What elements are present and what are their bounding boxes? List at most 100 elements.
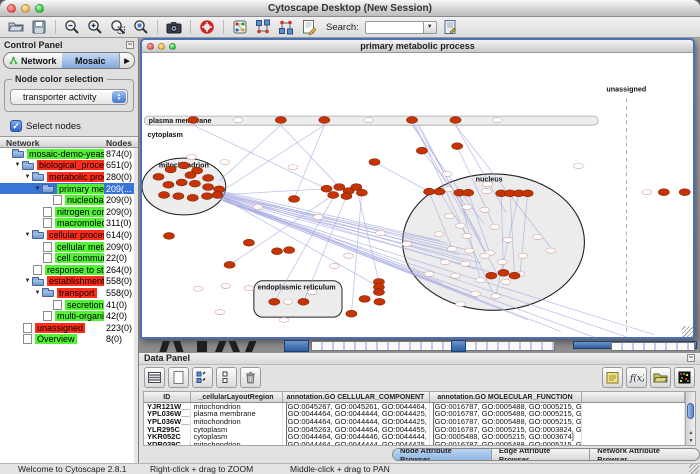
network-node[interactable] <box>334 184 345 191</box>
network-node[interactable] <box>341 193 352 200</box>
network-node[interactable] <box>275 117 286 124</box>
network-node[interactable] <box>203 184 214 191</box>
unselect-attributes-icon[interactable] <box>216 367 237 388</box>
heatmap-icon[interactable] <box>674 367 695 388</box>
tree-item[interactable]: nitrogen compo209(0) <box>0 206 134 218</box>
tree-item[interactable]: ▼cellular process614(0) <box>0 229 134 241</box>
network-node[interactable] <box>185 172 196 179</box>
network-node[interactable] <box>452 143 463 150</box>
network-node[interactable] <box>289 196 300 203</box>
table-cell[interactable]: YLR295C <box>144 426 190 434</box>
table-cell[interactable]: [GO:0044464, GO:0044446, GO:0044444, G..… <box>282 433 429 441</box>
select-nodes-checkbox[interactable]: ✓ <box>10 120 22 132</box>
float-data-panel-icon[interactable] <box>687 354 695 362</box>
table-row[interactable]: YDR039C__1mitochondrion[GO:0044464, GO:0… <box>144 441 685 447</box>
network-node[interactable] <box>163 232 174 239</box>
network-node[interactable] <box>346 310 357 317</box>
network-node[interactable] <box>298 298 309 305</box>
table-cell[interactable]: YJR121W__1 <box>144 402 190 410</box>
scroll-up-icon[interactable]: ▲ <box>686 429 696 437</box>
network-node[interactable] <box>498 269 509 276</box>
open-session-icon[interactable] <box>6 18 26 37</box>
network-canvas[interactable]: plasma membrane cytoplasm mitochondrion … <box>142 53 693 337</box>
network-node[interactable] <box>269 298 280 305</box>
tree-item[interactable]: nucleobase-209(0) <box>0 194 134 206</box>
table-cell[interactable]: cytoplasm <box>190 433 282 441</box>
network-node[interactable] <box>165 166 176 173</box>
tree-item[interactable]: mosaic-demo-yeast874(0) <box>0 148 134 160</box>
table-cell[interactable]: [GO:0044464, GO:0044444, GO:0044425, G..… <box>282 441 429 447</box>
snapshot-icon[interactable] <box>164 18 184 37</box>
network-node[interactable] <box>416 147 427 154</box>
zoom-fit-icon[interactable] <box>131 18 151 37</box>
attribute-matrix-icon[interactable] <box>144 367 165 388</box>
network-node[interactable] <box>189 180 200 187</box>
tree-item[interactable]: ▼primary metabo209(... <box>0 183 134 195</box>
table-row[interactable]: YPL036W__2plasma membrane[GO:0044464, GO… <box>144 410 685 418</box>
network-node[interactable] <box>463 189 474 196</box>
network-node[interactable] <box>153 173 164 180</box>
table-cell[interactable]: [GO:0016787, GO:0005488, GO:0005215, G..… <box>429 418 581 426</box>
network-node[interactable] <box>284 247 295 254</box>
table-cell[interactable]: YKR052C <box>144 433 190 441</box>
table-cell[interactable]: mitochondrion <box>190 441 282 447</box>
table-row[interactable]: YJR121W__1mitochondrion[GO:0045267, GO:0… <box>144 402 685 410</box>
table-cell[interactable]: [GO:0016787, GO:0005488, GO:0005215, G..… <box>429 410 581 418</box>
tab-network[interactable]: Network <box>4 53 62 68</box>
background-window[interactable] <box>611 342 695 351</box>
scroll-down-icon[interactable]: ▼ <box>686 437 696 445</box>
tree-item[interactable]: Overview8(0) <box>0 334 134 346</box>
select-attributes-icon[interactable] <box>192 367 213 388</box>
table-cell[interactable]: YPL036W__2 <box>144 410 190 418</box>
network-node[interactable] <box>173 193 184 200</box>
column-header[interactable]: annotation.GO CELLULAR_COMPONENT <box>282 392 429 402</box>
network-node[interactable] <box>203 175 214 182</box>
table-cell[interactable]: [GO:0045263, GO:0044464, GO:0044455, G..… <box>282 426 429 434</box>
tree-item[interactable]: cellular metabo209(0) <box>0 241 134 253</box>
expand-arrow-icon[interactable]: ▼ <box>23 278 32 284</box>
tree-item[interactable]: ▼establishment of lo558(0) <box>0 276 134 288</box>
background-window[interactable] <box>284 340 309 352</box>
column-header[interactable]: ID <box>144 392 190 402</box>
zoom-selected-icon[interactable] <box>108 18 128 37</box>
network-node[interactable] <box>163 181 174 188</box>
scrollbar-thumb[interactable] <box>687 403 694 419</box>
tree-item[interactable]: macromolecule311(0) <box>0 218 134 230</box>
frame-resize-grip[interactable] <box>682 326 693 337</box>
table-cell[interactable]: [GO:0016787, GO:0005488, GO:0005215, G..… <box>429 402 581 410</box>
browser-tab[interactable]: Node Attribute Browser <box>393 449 492 460</box>
network-node[interactable] <box>159 192 170 199</box>
network-node[interactable] <box>522 190 533 197</box>
column-header[interactable]: _cellularLayoutRegion <box>190 392 282 402</box>
network-node[interactable] <box>373 289 384 296</box>
tree-item[interactable]: ▼transport558(0) <box>0 287 134 299</box>
table-row[interactable]: YKR052Ccytoplasm[GO:0044464, GO:0044446,… <box>144 433 685 441</box>
tree-item[interactable]: ▼metabolic process280(0) <box>0 171 134 183</box>
network-node[interactable] <box>321 185 332 192</box>
annotations-icon[interactable] <box>299 18 319 37</box>
float-panel-icon[interactable] <box>126 41 134 49</box>
network-node[interactable] <box>406 117 417 124</box>
network-node[interactable] <box>176 179 187 186</box>
save-session-icon[interactable] <box>29 18 49 37</box>
network-node[interactable] <box>202 193 213 200</box>
network-node[interactable] <box>486 272 497 279</box>
expand-arrow-icon[interactable]: ▼ <box>33 186 42 192</box>
expand-arrow-icon[interactable]: ▼ <box>13 162 22 168</box>
table-scrollbar[interactable]: ▲ ▼ <box>685 392 695 445</box>
expand-arrow-icon[interactable]: ▼ <box>33 290 42 296</box>
zoom-in-icon[interactable] <box>85 18 105 37</box>
search-settings-icon[interactable] <box>440 18 460 37</box>
window-titlebar[interactable]: Cytoscape Desktop (New Session) <box>0 0 700 17</box>
tree-item[interactable]: ▼biological_process651(0) <box>0 160 134 172</box>
table-cell[interactable]: plasma membrane <box>190 410 282 418</box>
vizmapper-icon[interactable] <box>230 18 250 37</box>
network-frame[interactable]: primary metabolic process <box>140 38 695 339</box>
tree-item[interactable]: unassigned223(0) <box>0 322 134 334</box>
table-row[interactable]: YPL036W__1mitochondrion[GO:0044464, GO:0… <box>144 418 685 426</box>
network-node[interactable] <box>434 188 445 195</box>
new-attribute-icon[interactable] <box>168 367 189 388</box>
network-node[interactable] <box>369 159 380 166</box>
table-cell[interactable]: YDR039C__1 <box>144 441 190 447</box>
zoom-out-icon[interactable] <box>62 18 82 37</box>
